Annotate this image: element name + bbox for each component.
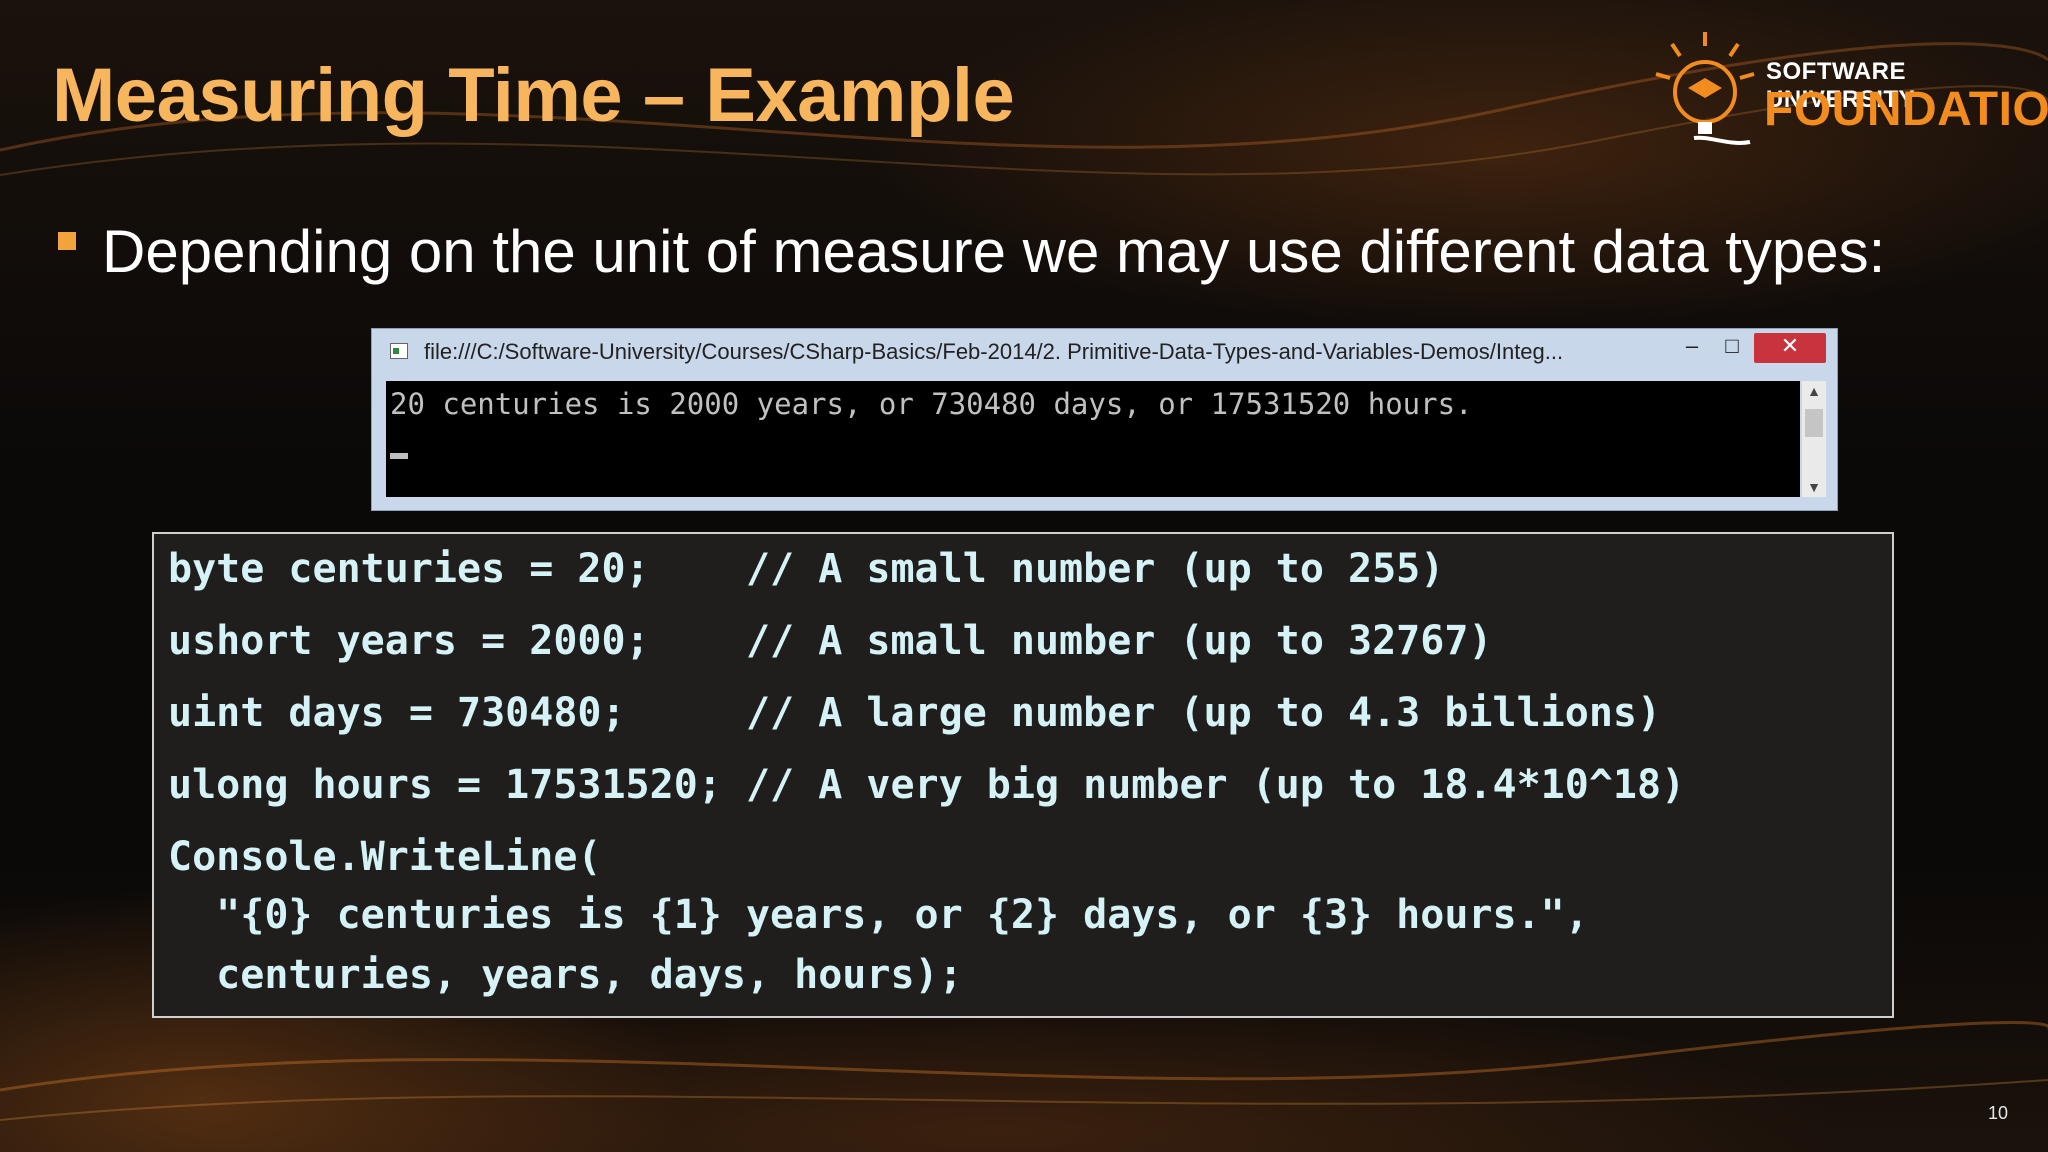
scrollbar-thumb[interactable] [1805, 409, 1823, 437]
console-window-title: file:///C:/Software-University/Courses/C… [424, 339, 1564, 364]
code-line: byte centuries = 20; // A small number (… [168, 546, 1445, 592]
close-button[interactable]: ✕ [1754, 333, 1826, 363]
lightbulb-icon [1655, 32, 1755, 145]
software-university-logo: SOFTWARE UNIVERSITY FOUNDATION [1650, 30, 2048, 160]
code-line: centuries, years, days, hours); [168, 952, 963, 998]
console-output-area: 20 centuries is 2000 years, or 730480 da… [386, 381, 1800, 497]
maximize-button[interactable]: □ [1714, 333, 1750, 363]
code-line: ulong hours = 17531520; // A very big nu… [168, 762, 1686, 808]
code-line: ushort years = 2000; // A small number (… [168, 618, 1493, 664]
code-line: uint days = 730480; // A large number (u… [168, 690, 1662, 736]
page-number: 10 [1988, 1103, 2009, 1123]
console-app-icon [390, 343, 408, 359]
code-block: byte centuries = 20; // A small number (… [152, 532, 1894, 1018]
console-window[interactable]: file:///C:/Software-University/Courses/C… [371, 328, 1838, 511]
scroll-up-arrow-icon[interactable]: ▲ [1802, 381, 1826, 401]
console-output-line: 20 centuries is 2000 years, or 730480 da… [390, 387, 1473, 421]
code-line: Console.WriteLine( [168, 834, 602, 880]
console-scrollbar[interactable]: ▲ ▼ [1802, 381, 1826, 497]
bullet-marker [58, 232, 76, 250]
logo-text-line2: FOUNDATION [1764, 83, 2048, 136]
console-cursor [390, 453, 408, 459]
scroll-down-arrow-icon[interactable]: ▼ [1802, 477, 1826, 497]
minimize-button[interactable]: – [1674, 333, 1710, 363]
slide-title: Measuring Time – Example [52, 53, 1015, 138]
code-line: "{0} centuries is {1} years, or {2} days… [168, 892, 1589, 938]
bullet-text: Depending on the unit of measure we may … [102, 218, 1886, 285]
